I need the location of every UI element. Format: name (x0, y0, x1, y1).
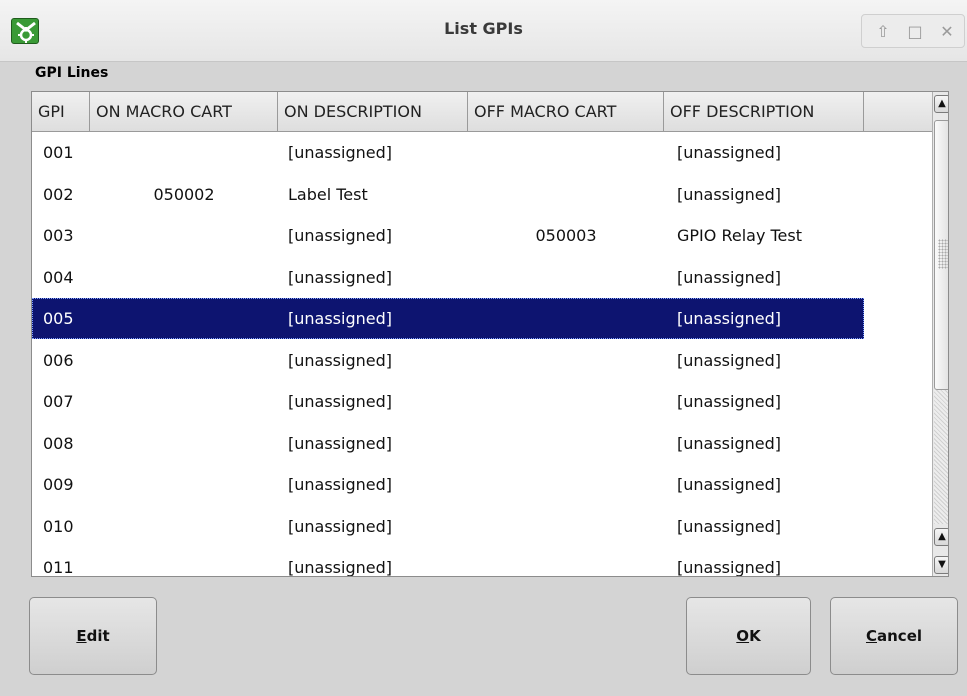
cell-on-description: [unassigned] (288, 309, 392, 328)
column-header-filler (864, 92, 932, 132)
scrollbar-grip (938, 239, 948, 269)
cell-off-macro-cart (468, 132, 664, 173)
cell-off-macro-cart (468, 340, 664, 381)
cell-off-description: [unassigned] (677, 351, 781, 370)
cell-off-description: [unassigned] (677, 517, 781, 536)
cell-off-description: [unassigned] (677, 392, 781, 411)
cell-on-macro-cart (90, 506, 278, 547)
edit-button-mnemonic: E (76, 627, 87, 645)
column-header-on-macro-cart[interactable]: ON MACRO CART (90, 92, 278, 132)
cell-on-macro-cart (90, 547, 278, 576)
cell-off-description: [unassigned] (677, 268, 781, 287)
cell-gpi: 005 (43, 309, 74, 328)
cell-on-macro-cart (90, 381, 278, 422)
scrollbar-thumb[interactable] (934, 120, 948, 390)
scrollbar-track[interactable] (934, 390, 948, 524)
window-title: List GPIs (444, 19, 523, 38)
table-row[interactable]: 005 [unassigned] [unassigned] (32, 298, 864, 339)
table-row[interactable]: 004 [unassigned] [unassigned] (32, 257, 864, 298)
cell-on-description: [unassigned] (288, 558, 392, 577)
table-row[interactable]: 010 [unassigned] [unassigned] (32, 506, 864, 547)
table-header: GPI ON MACRO CART ON DESCRIPTION OFF MAC… (32, 92, 932, 132)
column-header-off-description[interactable]: OFF DESCRIPTION (664, 92, 864, 132)
ok-button-mnemonic: O (736, 627, 750, 645)
edit-button-label: dit (86, 627, 110, 645)
shade-up-icon[interactable]: ⇧ (872, 21, 894, 43)
scroll-up-arrow-icon-lower[interactable]: ▲ (934, 528, 948, 546)
cell-on-description: [unassigned] (288, 226, 392, 245)
column-header-gpi[interactable]: GPI (32, 92, 90, 132)
scroll-down-arrow-icon[interactable]: ▼ (934, 556, 948, 574)
cancel-button[interactable]: Cancel (830, 597, 958, 675)
cell-on-macro-cart (90, 298, 278, 339)
cell-off-description: [unassigned] (677, 475, 781, 494)
cell-on-description: [unassigned] (288, 434, 392, 453)
edit-button[interactable]: Edit (29, 597, 157, 675)
cell-on-description: [unassigned] (288, 392, 392, 411)
cell-off-description: [unassigned] (677, 434, 781, 453)
cell-off-description: [unassigned] (677, 185, 781, 204)
cell-on-macro-cart (90, 257, 278, 298)
cell-off-macro-cart (468, 506, 664, 547)
cell-gpi: 011 (43, 558, 74, 577)
cell-off-description: [unassigned] (677, 558, 781, 577)
ok-button[interactable]: OK (686, 597, 811, 675)
maximize-icon[interactable]: □ (904, 21, 926, 43)
cell-on-description: [unassigned] (288, 351, 392, 370)
cell-off-macro-cart (468, 381, 664, 422)
column-header-off-macro-cart[interactable]: OFF MACRO CART (468, 92, 664, 132)
cell-gpi: 002 (43, 185, 74, 204)
cell-on-description: [unassigned] (288, 475, 392, 494)
cell-off-macro-cart (468, 298, 664, 339)
vertical-scrollbar[interactable]: ▲ ▲ ▼ (932, 92, 948, 576)
cell-gpi: 006 (43, 351, 74, 370)
cell-off-description: [unassigned] (677, 309, 781, 328)
cell-on-macro-cart: 050002 (153, 185, 215, 204)
cell-gpi: 004 (43, 268, 74, 287)
table-row[interactable]: 011 [unassigned] [unassigned] (32, 547, 864, 577)
table-row[interactable]: 007 [unassigned] [unassigned] (32, 381, 864, 422)
cell-off-macro-cart (468, 423, 664, 464)
table-row[interactable]: 001 [unassigned] [unassigned] (32, 132, 864, 173)
cell-gpi: 009 (43, 475, 74, 494)
cell-gpi: 010 (43, 517, 74, 536)
cell-off-macro-cart (468, 257, 664, 298)
cell-on-description: Label Test (288, 185, 368, 204)
cell-gpi: 007 (43, 392, 74, 411)
table-row[interactable]: 008 [unassigned] [unassigned] (32, 423, 864, 464)
cell-on-macro-cart (90, 132, 278, 173)
cell-off-macro-cart (468, 547, 664, 576)
table-row[interactable]: 006 [unassigned] [unassigned] (32, 340, 864, 381)
cell-on-description: [unassigned] (288, 517, 392, 536)
ok-button-label: K (749, 627, 761, 645)
cell-off-macro-cart: 050003 (535, 226, 597, 245)
close-icon[interactable]: ✕ (936, 21, 958, 43)
cell-off-macro-cart (468, 174, 664, 215)
cell-gpi: 008 (43, 434, 74, 453)
cell-off-macro-cart (468, 464, 664, 505)
cell-on-macro-cart (90, 423, 278, 464)
table-row[interactable]: 003 [unassigned] 050003 GPIO Relay Test (32, 215, 864, 256)
cancel-button-label: ancel (877, 627, 923, 645)
table-row[interactable]: 002 050002 Label Test [unassigned] (32, 174, 864, 215)
cell-gpi: 003 (43, 226, 74, 245)
cancel-button-mnemonic: C (865, 627, 877, 645)
gpi-list[interactable]: GPI ON MACRO CART ON DESCRIPTION OFF MAC… (31, 91, 949, 577)
cell-on-description: [unassigned] (288, 143, 392, 162)
gpi-lines-label: GPI Lines (35, 65, 109, 81)
column-header-on-description[interactable]: ON DESCRIPTION (278, 92, 468, 132)
cell-gpi: 001 (43, 143, 74, 162)
cell-off-description: [unassigned] (677, 143, 781, 162)
window-controls: ⇧ □ ✕ (861, 14, 965, 48)
cell-on-macro-cart (90, 215, 278, 256)
title-bar: List GPIs ⇧ □ ✕ (0, 0, 967, 62)
cell-off-description: GPIO Relay Test (677, 226, 802, 245)
cell-on-description: [unassigned] (288, 268, 392, 287)
scroll-up-arrow-icon[interactable]: ▲ (934, 95, 948, 113)
cell-on-macro-cart (90, 464, 278, 505)
table-row[interactable]: 009 [unassigned] [unassigned] (32, 464, 864, 505)
cell-on-macro-cart (90, 340, 278, 381)
